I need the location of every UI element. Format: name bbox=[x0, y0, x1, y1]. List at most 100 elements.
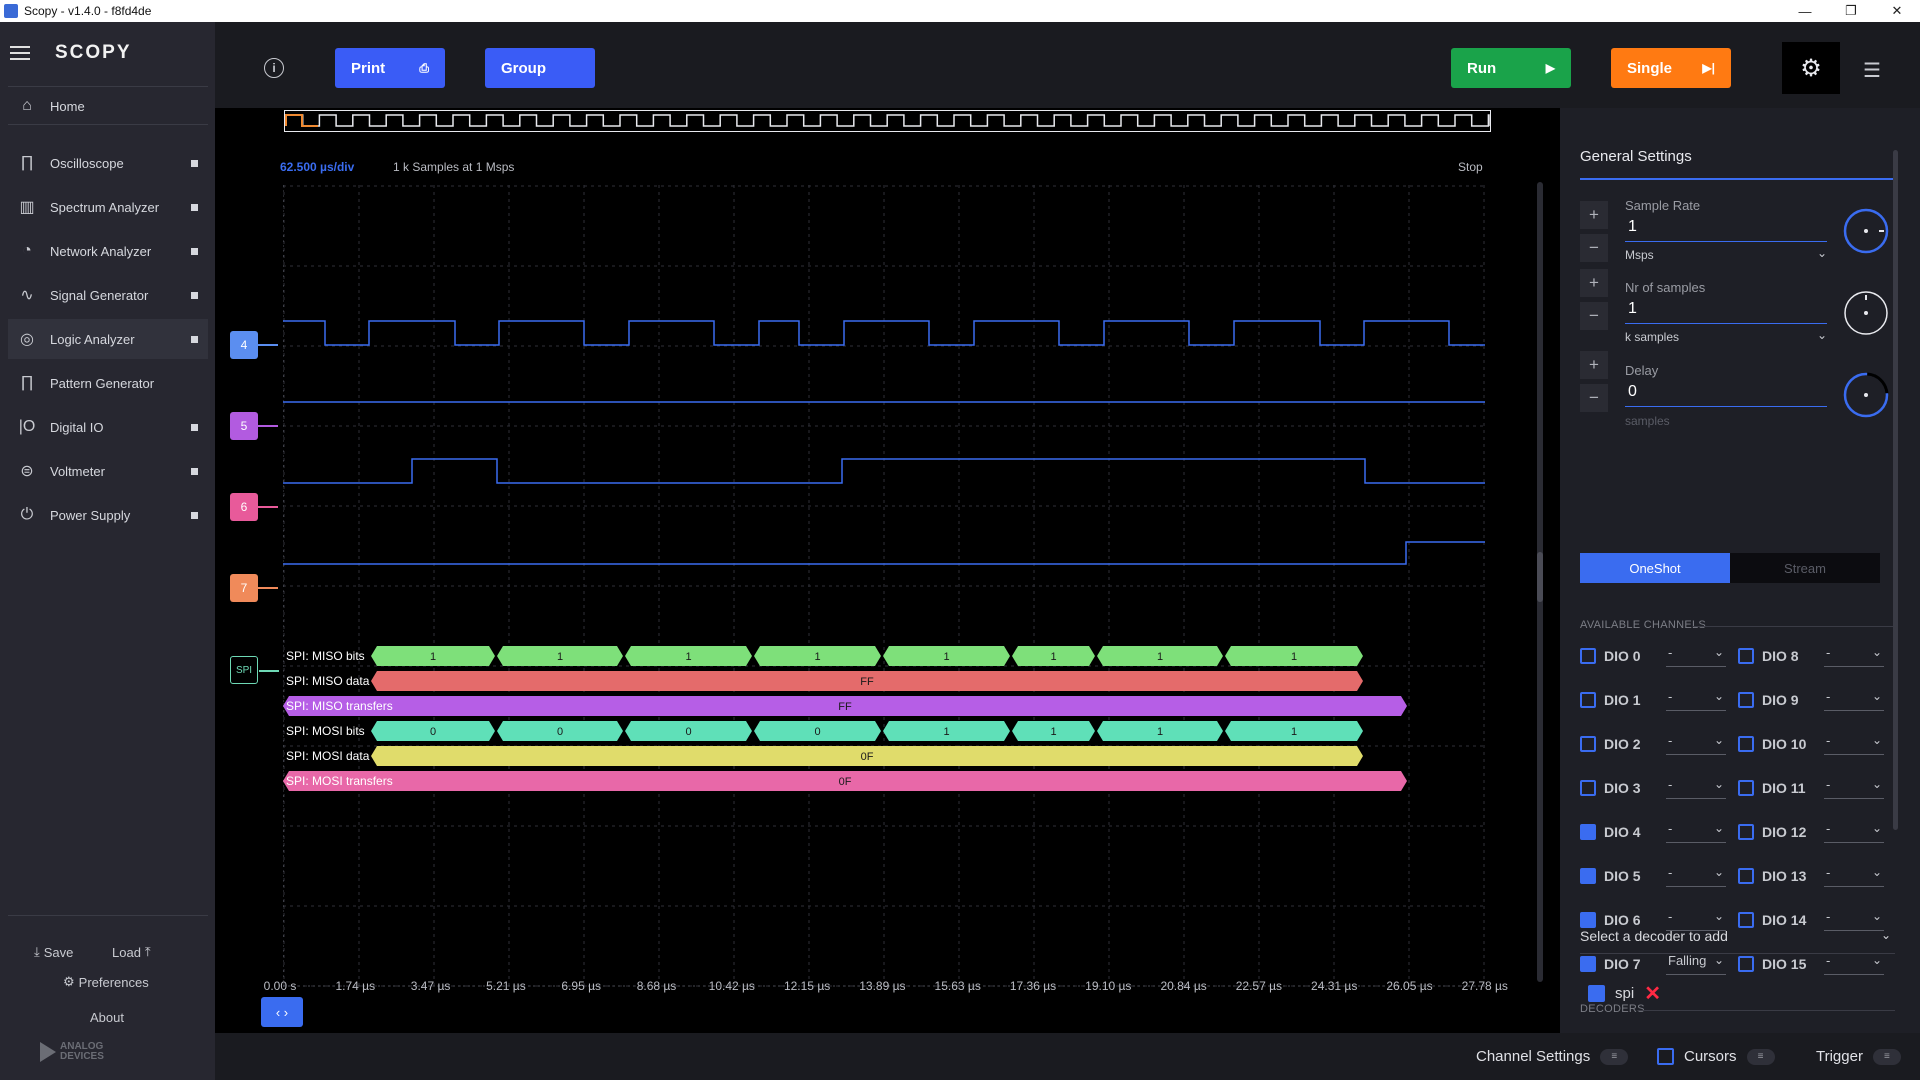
cursors-toggle[interactable]: Cursors ≡ bbox=[1657, 1048, 1775, 1065]
chevron-down-icon: ⌄ bbox=[1871, 689, 1882, 703]
delay-plus[interactable]: + bbox=[1580, 351, 1608, 379]
sidebar-item-network-analyzer[interactable]: ◔ Network Analyzer bbox=[8, 231, 208, 271]
channel-checkbox[interactable] bbox=[1580, 956, 1596, 972]
sample-rate-plus[interactable]: + bbox=[1580, 201, 1608, 229]
remove-icon[interactable]: ✕ bbox=[1644, 981, 1661, 1006]
trigger-select[interactable]: - ⌄ bbox=[1666, 689, 1726, 711]
x-axis-tick: 22.57 µs bbox=[1235, 979, 1283, 993]
minimize-button[interactable]: — bbox=[1782, 0, 1828, 22]
available-channels-label: AVAILABLE CHANNELS bbox=[1580, 619, 1895, 631]
channel-checkbox[interactable] bbox=[1580, 692, 1596, 708]
nr-samples-unit[interactable]: k samples ⌄ bbox=[1625, 328, 1827, 344]
general-settings-button[interactable]: ⚙ bbox=[1782, 42, 1840, 94]
info-icon[interactable]: i bbox=[264, 58, 284, 78]
sidebar-item-digital-io[interactable]: |O Digital IO bbox=[8, 407, 208, 447]
about-button[interactable]: About bbox=[90, 1010, 124, 1025]
sliders-icon[interactable]: ☰ bbox=[1863, 58, 1881, 83]
channel-checkbox[interactable] bbox=[1738, 824, 1754, 840]
channel-handle-6[interactable]: 6 bbox=[230, 493, 278, 521]
sidebar-item-spectrum-analyzer[interactable]: ▥ Spectrum Analyzer bbox=[8, 187, 208, 227]
delay-minus[interactable]: − bbox=[1580, 384, 1608, 412]
scroll-navigation-button[interactable]: ‹ › bbox=[261, 997, 303, 1027]
channel-checkbox[interactable] bbox=[1738, 648, 1754, 664]
sidebar-item-home[interactable]: ⌂ Home bbox=[8, 89, 208, 123]
sample-rate-minus[interactable]: − bbox=[1580, 234, 1608, 262]
decoder-select[interactable]: Select a decoder to add ⌄ bbox=[1580, 928, 1895, 954]
sidebar-item-power-supply[interactable]: ⏻ Power Supply bbox=[8, 495, 208, 535]
scopy-app-icon bbox=[4, 4, 18, 18]
channel-handle-4[interactable]: 4 bbox=[230, 331, 278, 359]
minimap[interactable] bbox=[284, 110, 1491, 132]
nr-samples-minus[interactable]: − bbox=[1580, 302, 1608, 330]
decoder-checkbox[interactable] bbox=[1588, 985, 1605, 1002]
channel-checkbox[interactable] bbox=[1580, 868, 1596, 884]
trigger-select[interactable]: - ⌄ bbox=[1666, 777, 1726, 799]
cursors-checkbox[interactable] bbox=[1657, 1048, 1674, 1065]
trigger-select[interactable]: - ⌄ bbox=[1824, 645, 1884, 667]
channel-handle-5[interactable]: 5 bbox=[230, 412, 278, 440]
decoder-name: spi bbox=[1615, 985, 1635, 1002]
trigger-select[interactable]: - ⌄ bbox=[1824, 777, 1884, 799]
preferences-button[interactable]: ⚙ Preferences bbox=[63, 974, 149, 990]
nr-samples-knob[interactable] bbox=[1843, 290, 1889, 336]
sidebar-item-pattern-generator[interactable]: ∏ Pattern Generator bbox=[8, 363, 208, 403]
sample-rate-value[interactable]: 1 bbox=[1628, 218, 1637, 236]
group-button[interactable]: Group bbox=[485, 48, 595, 88]
oneshot-button[interactable]: OneShot bbox=[1580, 553, 1730, 583]
delay-knob[interactable] bbox=[1843, 372, 1889, 418]
trigger-select[interactable]: - ⌄ bbox=[1666, 865, 1726, 887]
channel-checkbox[interactable] bbox=[1580, 824, 1596, 840]
trigger-select[interactable]: - ⌄ bbox=[1824, 865, 1884, 887]
menu-icon[interactable] bbox=[10, 46, 30, 60]
trigger-select[interactable]: Falling ⌄ bbox=[1666, 953, 1726, 975]
channel-name: DIO 9 bbox=[1762, 692, 1799, 708]
channel-name: DIO 0 bbox=[1604, 648, 1641, 664]
sample-rate-unit[interactable]: Msps ⌄ bbox=[1625, 246, 1827, 262]
sidebar-item-oscilloscope[interactable]: ∏ Oscilloscope bbox=[8, 143, 208, 183]
sample-rate-knob[interactable] bbox=[1843, 208, 1889, 254]
channel-settings-button[interactable]: Channel Settings ≡ bbox=[1476, 1048, 1629, 1065]
print-button[interactable]: Print ⎙ bbox=[335, 48, 445, 88]
trigger-button[interactable]: Trigger ≡ bbox=[1816, 1048, 1901, 1065]
stream-button[interactable]: Stream bbox=[1730, 553, 1880, 583]
sidebar-item-signal-generator[interactable]: ∿ Signal Generator bbox=[8, 275, 208, 315]
sidebar-item-logic-analyzer[interactable]: ◎ Logic Analyzer bbox=[8, 319, 208, 359]
maximize-button[interactable]: ❐ bbox=[1828, 0, 1874, 22]
x-axis-tick: 8.68 µs bbox=[636, 979, 677, 993]
channel-checkbox[interactable] bbox=[1580, 780, 1596, 796]
trigger-select[interactable]: - ⌄ bbox=[1824, 689, 1884, 711]
channel-checkbox[interactable] bbox=[1738, 736, 1754, 752]
close-button[interactable]: ✕ bbox=[1874, 0, 1920, 22]
top-toolbar: i Print ⎙ Group Run ▶ Single ▶| ⚙ ☰ bbox=[215, 22, 1920, 110]
channel-checkbox[interactable] bbox=[1580, 648, 1596, 664]
run-button[interactable]: Run ▶ bbox=[1451, 48, 1571, 88]
settings-scrollbar[interactable] bbox=[1893, 150, 1898, 830]
save-button[interactable]: ⤓ Save bbox=[34, 944, 73, 960]
channel-checkbox[interactable] bbox=[1738, 912, 1754, 928]
sidebar-item-voltmeter[interactable]: ⊜ Voltmeter bbox=[8, 451, 208, 491]
trigger-select[interactable]: - ⌄ bbox=[1824, 821, 1884, 843]
trigger-select[interactable]: - ⌄ bbox=[1666, 645, 1726, 667]
nr-samples-value[interactable]: 1 bbox=[1628, 300, 1637, 318]
channel-handle-spi[interactable]: SPI bbox=[230, 656, 279, 684]
single-button[interactable]: Single ▶| bbox=[1611, 48, 1731, 88]
channel-checkbox[interactable] bbox=[1580, 912, 1596, 928]
channel-checkbox[interactable] bbox=[1738, 956, 1754, 972]
channel-checkbox[interactable] bbox=[1738, 868, 1754, 884]
trigger-select[interactable]: - ⌄ bbox=[1824, 733, 1884, 755]
channel-checkbox[interactable] bbox=[1580, 736, 1596, 752]
trigger-select[interactable]: - ⌄ bbox=[1824, 953, 1884, 975]
chevron-down-icon: ⌄ bbox=[1871, 865, 1882, 879]
channel-handle-7[interactable]: 7 bbox=[230, 574, 278, 602]
delay-unit: samples bbox=[1625, 414, 1670, 428]
load-button[interactable]: Load ⤒ bbox=[112, 944, 151, 960]
channel-checkbox[interactable] bbox=[1738, 692, 1754, 708]
chevron-down-icon: ⌄ bbox=[1871, 909, 1882, 923]
channel-checkbox[interactable] bbox=[1738, 780, 1754, 796]
plot-scrollbar[interactable] bbox=[1537, 182, 1543, 982]
trigger-select[interactable]: - ⌄ bbox=[1666, 733, 1726, 755]
nr-samples-plus[interactable]: + bbox=[1580, 269, 1608, 297]
channel-name: DIO 1 bbox=[1604, 692, 1641, 708]
delay-value[interactable]: 0 bbox=[1628, 383, 1637, 401]
trigger-select[interactable]: - ⌄ bbox=[1666, 821, 1726, 843]
